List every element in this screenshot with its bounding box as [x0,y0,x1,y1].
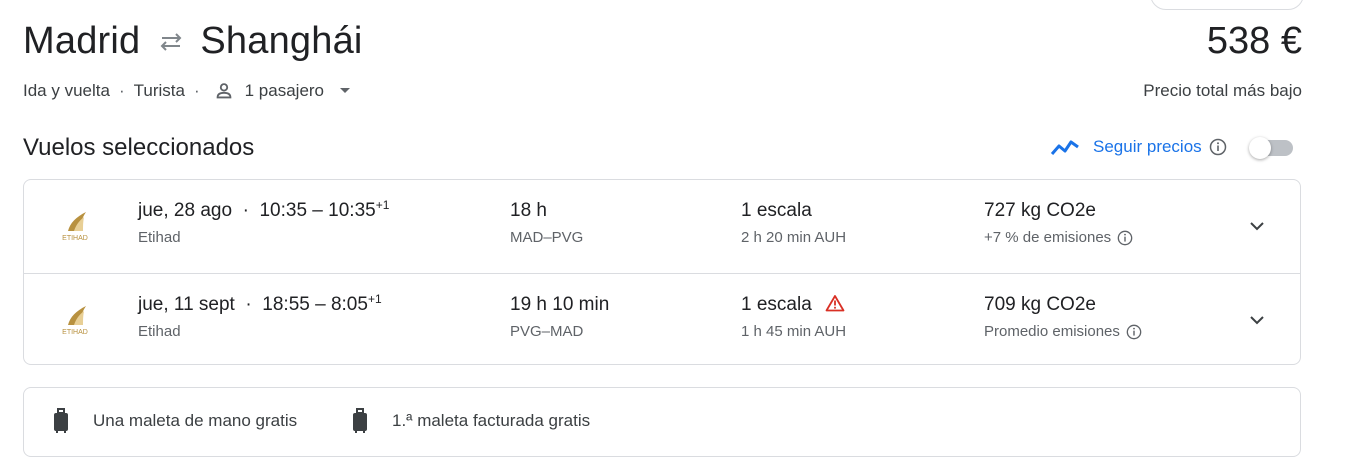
origin-city: Madrid [23,20,141,62]
luggage-icon [351,408,369,434]
airline-name: Etihad [138,229,181,246]
checked-bag-label: 1.ª maleta facturada gratis [392,411,591,430]
info-icon[interactable] [1126,324,1142,340]
emissions-text: 709 kg CO2e [984,294,1096,315]
top-action-button[interactable] [1150,0,1304,10]
luggage-icon [52,408,70,434]
flight-date: jue, 28 ago [138,200,233,221]
etihad-logo: ETIHAD [52,205,98,245]
info-icon[interactable] [1209,138,1227,156]
checked-bag: 1.ª maleta facturada gratis [351,408,590,434]
route-codes: PVG–MAD [510,323,584,340]
svg-text:ETIHAD: ETIHAD [62,329,88,336]
flight-times-text: 10:35 – 10:35 [259,200,376,221]
flight-times: jue, 11 sept · 18:55 – 8:05+1 Etihad [138,292,382,340]
stops-text: 1 escala [741,294,812,315]
emissions-note: +7 % de emisiones [984,229,1112,246]
swap-icon [154,32,188,52]
passenger-count[interactable]: 1 pasajero [245,81,324,101]
airline-name: Etihad [138,323,181,340]
track-prices-label[interactable]: Seguir precios [1093,137,1202,157]
emissions-text: 727 kg CO2e [984,200,1096,221]
flight-duration: 18 h MAD–PVG [510,200,583,246]
layover-text: 1 h 45 min AUH [741,323,847,340]
flight-date: jue, 11 sept [138,294,235,315]
layover-text: 2 h 20 min AUH [741,229,847,246]
separator-dot: · [118,81,125,100]
baggage-info: Una maleta de mano gratis 1.ª maleta fac… [23,387,1301,457]
total-price: 538 € [1206,20,1302,62]
price-trend-icon [1050,136,1080,158]
selected-flights-list: ETIHAD jue, 28 ago · 10:35 – 10:35+1 Eti… [23,179,1301,365]
track-prices-toggle[interactable] [1248,137,1293,159]
flight-row-outbound[interactable]: ETIHAD jue, 28 ago · 10:35 – 10:35+1 Eti… [24,180,1300,273]
trip-type: Ida y vuelta [23,81,110,100]
carry-on-bag: Una maleta de mano gratis [52,408,297,434]
section-title: Vuelos seleccionados [23,134,255,161]
duration-text: 18 h [510,200,547,221]
info-icon[interactable] [1117,230,1133,246]
separator-dot: · [193,81,200,100]
flight-row-return[interactable]: ETIHAD jue, 11 sept · 18:55 – 8:05+1 Eti… [24,273,1300,367]
etihad-logo: ETIHAD [52,299,98,339]
price-note: Precio total más bajo [1143,81,1302,100]
duration-text: 19 h 10 min [510,294,610,315]
flight-stops: 1 escala 2 h 20 min AUH [741,200,846,246]
stops-text: 1 escala [741,200,812,221]
emissions-note: Promedio emisiones [984,323,1120,340]
person-icon [213,80,235,102]
carry-on-label: Una maleta de mano gratis [93,411,298,430]
route-title: Madrid Shanghái [23,20,363,63]
flight-times: jue, 28 ago · 10:35 – 10:35+1 Etihad [138,198,390,246]
flight-duration: 19 h 10 min PVG–MAD [510,294,609,340]
toggle-knob [1248,137,1271,159]
warning-icon[interactable] [825,294,845,312]
svg-text:ETIHAD: ETIHAD [62,235,88,242]
dropdown-caret-icon[interactable] [338,86,352,96]
trip-options: Ida y vuelta · Turista · 1 pasajero [23,80,352,102]
flight-emissions: 727 kg CO2e +7 % de emisiones [984,200,1133,246]
chevron-down-icon[interactable] [1246,309,1268,331]
cabin-class: Turista [133,81,185,100]
day-offset: +1 [375,198,390,212]
flight-emissions: 709 kg CO2e Promedio emisiones [984,294,1142,340]
destination-city: Shanghái [200,20,363,62]
flight-stops: 1 escala 1 h 45 min AUH [741,294,846,340]
track-prices[interactable]: Seguir precios [1050,136,1293,159]
day-offset: +1 [367,292,382,306]
flight-times-text: 18:55 – 8:05 [262,294,368,315]
chevron-down-icon[interactable] [1246,215,1268,237]
route-codes: MAD–PVG [510,229,584,246]
